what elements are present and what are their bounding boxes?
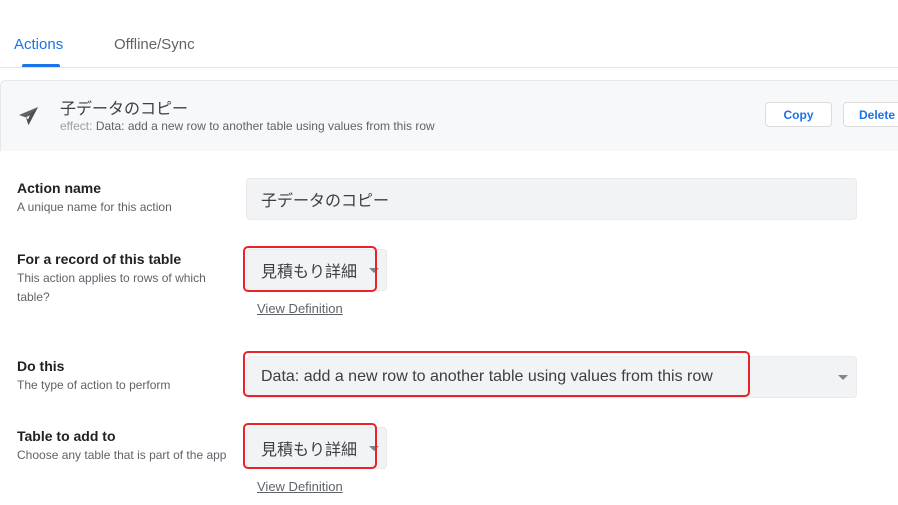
tab-actions[interactable]: Actions (14, 36, 63, 53)
action-name-label: Action name (17, 180, 102, 196)
do-this-label: Do this (17, 358, 65, 374)
chevron-down-icon (369, 446, 379, 451)
effect-value: Data: add a new row to another table usi… (95, 119, 435, 133)
action-name-help: A unique name for this action (17, 200, 172, 214)
for-record-value: 見積もり詳細 (261, 264, 358, 281)
chevron-down-icon (838, 375, 848, 380)
table-to-add-select[interactable]: 見積もり詳細 (246, 427, 387, 469)
effect-label: effect: (60, 119, 93, 133)
do-this-value: Data: add a new row to another table usi… (261, 368, 713, 385)
do-this-select[interactable]: Data: add a new row to another table usi… (246, 356, 857, 398)
for-record-label: For a record of this table (17, 251, 182, 267)
active-tab-indicator (22, 64, 60, 67)
action-effect: effect: Data: add a new row to another t… (60, 119, 435, 133)
chevron-down-icon (369, 268, 379, 273)
table-to-add-value: 見積もり詳細 (261, 442, 358, 459)
tab-bar: Actions Offline/Sync (0, 0, 898, 68)
view-definition-link[interactable]: View Definition (257, 479, 343, 494)
table-to-add-help: Choose any table that is part of the app (17, 448, 227, 462)
table-to-add-label: Table to add to (17, 428, 116, 444)
for-record-help: This action applies to rows of which tab… (17, 271, 206, 304)
view-definition-link[interactable]: View Definition (257, 301, 343, 316)
delete-button[interactable]: Delete (843, 102, 898, 127)
tab-offline-sync[interactable]: Offline/Sync (114, 36, 195, 53)
paper-plane-icon (19, 107, 38, 125)
copy-button[interactable]: Copy (765, 102, 832, 127)
for-record-select[interactable]: 見積もり詳細 (246, 249, 387, 291)
action-header[interactable]: 子データのコピー effect: Data: add a new row to … (0, 80, 898, 151)
action-title: 子データのコピー (60, 101, 189, 118)
action-name-input[interactable]: 子データのコピー (246, 178, 857, 220)
do-this-help: The type of action to perform (17, 378, 171, 392)
